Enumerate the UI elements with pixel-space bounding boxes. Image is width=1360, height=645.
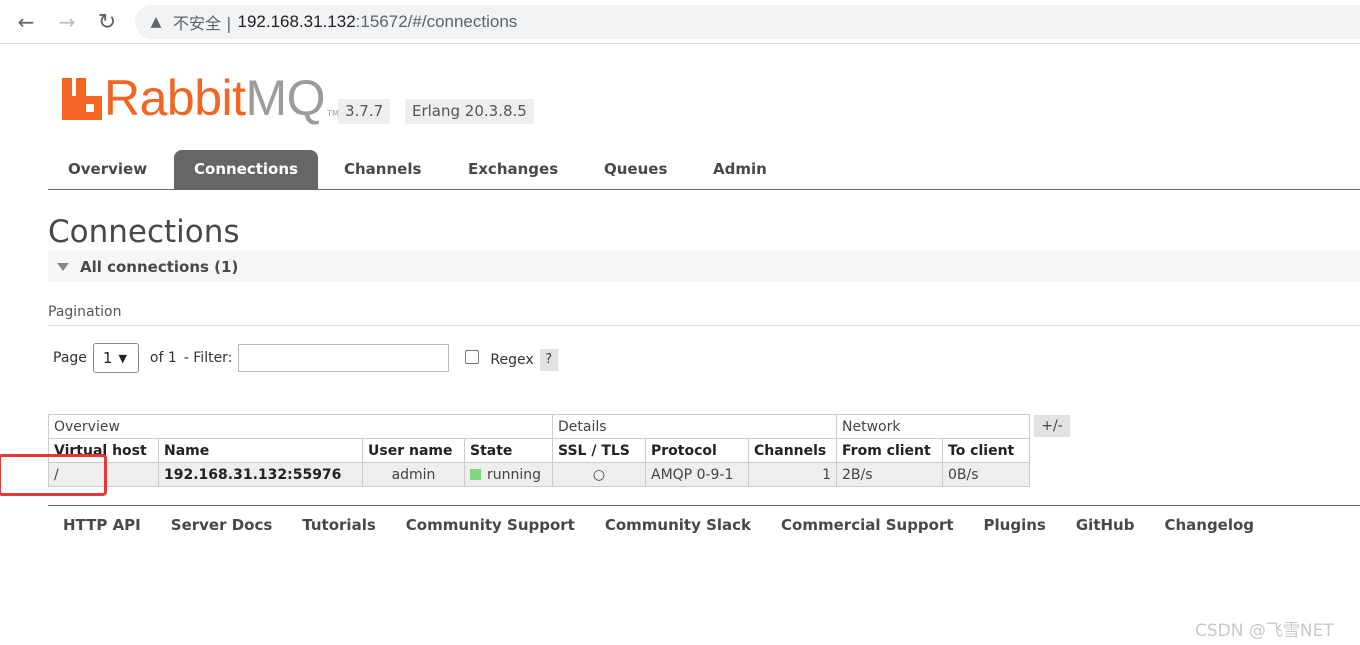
cell-ssl-tls: ○ [552,462,646,487]
reload-icon[interactable]: ↻ [93,8,121,36]
section-title: All connections (1) [80,257,239,276]
erlang-version-badge: Erlang 20.3.8.5 [405,99,534,124]
address-bar[interactable]: ▲ 不安全 | 192.168.31.132:15672/#/connectio… [135,5,1360,39]
column-header-virtual-host[interactable]: Virtual host [48,438,159,463]
regex-label: Regex [490,352,534,368]
footer-link-community-support[interactable]: Community Support [406,516,575,534]
security-label: 不安全 | [173,14,232,33]
pagination-divider [48,325,1360,326]
column-header-name[interactable]: Name [158,438,363,463]
tab-admin[interactable]: Admin [693,150,787,189]
tab-exchanges[interactable]: Exchanges [448,150,578,189]
footer-link-github[interactable]: GitHub [1076,516,1135,534]
footer-link-tutorials[interactable]: Tutorials [302,516,375,534]
watermark: CSDN @飞雪NET [1195,621,1334,641]
browser-toolbar: ← → ↻ ▲ 不安全 | 192.168.31.132:15672/#/con… [0,0,1360,44]
logo-wordmark: RabbitMQ [104,70,326,126]
column-header-to-client[interactable]: To client [942,438,1030,463]
footer-link-plugins[interactable]: Plugins [984,516,1046,534]
tab-connections[interactable]: Connections [174,150,318,189]
page-label: Page [53,350,87,366]
running-status-icon [470,468,481,480]
cell-to-client: 0B/s [942,462,1030,487]
back-arrow-icon[interactable]: ← [12,8,40,36]
forward-arrow-icon[interactable]: → [53,8,81,36]
all-connections-section-toggle[interactable]: All connections (1) [48,251,1360,282]
regex-help-button[interactable]: ? [539,349,558,371]
table-group-header-row: Overview Details Network [48,414,1030,439]
version-badge: 3.7.7 [338,99,391,124]
footer-link-changelog[interactable]: Changelog [1164,516,1254,534]
group-header-overview: Overview [48,414,553,439]
cell-connection-name-link[interactable]: 192.168.31.132:55976 [158,462,363,487]
group-header-network: Network [836,414,1030,439]
rabbitmq-logo[interactable]: RabbitMQ TM [62,70,339,126]
footer-link-http-api[interactable]: HTTP API [63,516,141,534]
footer-link-commercial-support[interactable]: Commercial Support [781,516,954,534]
column-header-state[interactable]: State [464,438,553,463]
cell-protocol: AMQP 0-9-1 [645,462,749,487]
rabbitmq-logo-icon [62,78,102,120]
footer-links: HTTP API Server Docs Tutorials Community… [63,516,1254,534]
cell-virtual-host: / [48,462,159,487]
column-header-ssl-tls[interactable]: SSL / TLS [552,438,646,463]
pagination-heading: Pagination [48,304,122,320]
url-text[interactable]: 192.168.31.132:15672/#/connections [238,12,518,32]
warning-icon[interactable]: ▲ [149,14,163,30]
pagination-controls: Page 1 ▼ of 1 - Filter: Regex ? [53,343,558,373]
main-tabs: Overview Connections Channels Exchanges … [48,150,1360,190]
state-text: running [487,466,542,483]
column-header-from-client[interactable]: From client [836,438,943,463]
tab-overview[interactable]: Overview [48,150,167,189]
column-header-user-name[interactable]: User name [362,438,465,463]
page-select[interactable]: 1 ▼ [92,343,139,373]
cell-from-client: 2B/s [836,462,943,487]
page-select-value: 1 [102,349,113,367]
regex-checkbox[interactable] [465,350,480,364]
column-header-protocol[interactable]: Protocol [645,438,749,463]
cell-user-name: admin [362,462,465,487]
footer-link-community-slack[interactable]: Community Slack [605,516,751,534]
filter-input[interactable] [238,344,450,372]
page-count-label: of 1 [149,350,177,366]
table-row[interactable]: / 192.168.31.132:55976 admin running ○ A… [48,462,1030,487]
cell-channels: 1 [748,462,837,487]
column-header-channels[interactable]: Channels [748,438,837,463]
table-column-header-row: Virtual host Name User name State SSL / … [48,438,1030,463]
chevron-down-icon: ▼ [118,351,127,365]
group-header-details: Details [552,414,837,439]
footer-link-server-docs[interactable]: Server Docs [171,516,273,534]
filter-label: - Filter: [183,350,233,366]
connections-table: Overview Details Network Virtual host Na… [48,414,1030,487]
cell-state: running [464,462,553,487]
triangle-down-icon [57,262,69,271]
footer-divider [48,505,1360,506]
tab-queues[interactable]: Queues [584,150,687,189]
tab-channels[interactable]: Channels [324,150,441,189]
toggle-columns-button[interactable]: +/- [1034,415,1070,437]
page-title: Connections [48,214,240,250]
